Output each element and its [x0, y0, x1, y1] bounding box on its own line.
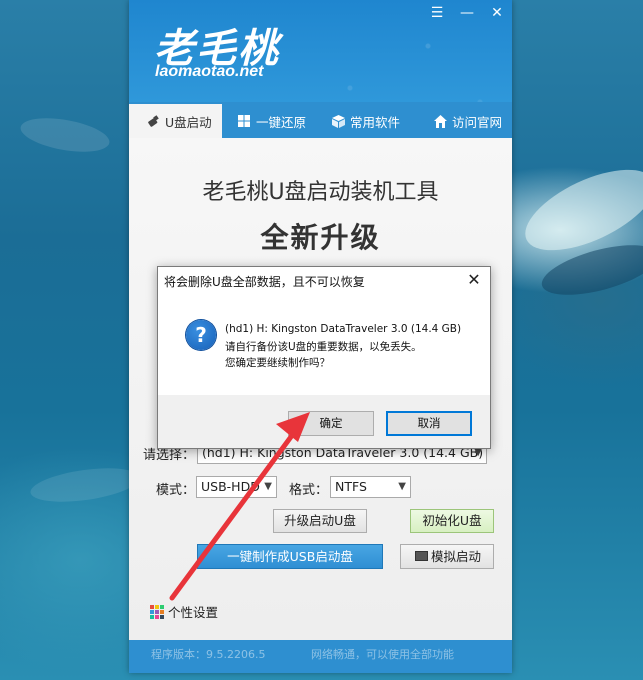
tab-label: 访问官网	[452, 114, 503, 130]
wave-decoration	[28, 462, 142, 508]
simulate-boot-button[interactable]: 模拟启动	[400, 544, 494, 569]
upgrade-usb-button[interactable]: 升级启动U盘	[273, 509, 367, 533]
dialog-line-device: (hd1) H: Kingston DataTraveler 3.0 (14.4…	[225, 323, 462, 335]
status-bar: 程序版本：9.5.2206.5 网络畅通，可以使用全部功能	[129, 640, 512, 673]
chevron-down-icon: ▼	[398, 481, 406, 492]
app-logo-url: laomaotao.net	[155, 63, 264, 80]
chevron-down-icon: ▼	[264, 481, 272, 492]
close-icon[interactable]: ✕	[486, 4, 508, 22]
personalize-label: 个性设置	[168, 605, 219, 620]
mode-select[interactable]: USB-HDD ▼	[196, 476, 277, 498]
dialog-line-confirm: 您确定要继续制作吗？	[225, 357, 330, 369]
dialog-line-backup: 请自行备份该U盘的重要数据，以免丢失。	[225, 341, 422, 353]
windows-icon	[236, 113, 252, 129]
version-text: 程序版本：9.5.2206.5	[151, 648, 266, 661]
format-select-value: NTFS	[335, 479, 367, 494]
tab-usb-boot[interactable]: U盘启动	[129, 104, 222, 138]
tab-label: 一键还原	[256, 114, 307, 130]
cancel-button[interactable]: 取消	[386, 411, 472, 436]
usb-icon	[145, 113, 161, 129]
mode-select-value: USB-HDD	[201, 479, 260, 494]
ok-button[interactable]: 确定	[288, 411, 374, 436]
mode-label: 模式：	[156, 483, 196, 498]
tab-official-site[interactable]: 访问官网	[412, 104, 512, 138]
tab-one-key-restore[interactable]: 一键还原	[222, 104, 316, 138]
dialog-close-icon[interactable]: ✕	[464, 270, 484, 289]
menu-icon[interactable]: ☰	[426, 4, 448, 22]
minimize-icon[interactable]: —	[456, 4, 478, 22]
confirm-dialog: 将会删除U盘全部数据，且不可以恢复 ✕ ? (hd1) H: Kingston …	[157, 266, 491, 449]
product-title: 老毛桃U盘启动装机工具	[202, 180, 439, 205]
tab-label: U盘启动	[165, 114, 212, 130]
box-icon	[330, 113, 346, 129]
format-select[interactable]: NTFS ▼	[330, 476, 411, 498]
personalize-link[interactable]: 个性设置	[150, 602, 218, 621]
monitor-icon	[415, 551, 428, 561]
home-icon	[432, 113, 448, 129]
tab-common-software[interactable]: 常用软件	[316, 104, 412, 138]
dialog-title: 将会删除U盘全部数据，且不可以恢复	[164, 275, 365, 289]
app-header: 老毛桃 laomaotao.net ☰ — ✕	[129, 0, 512, 102]
format-label: 格式：	[289, 483, 329, 498]
wave-decoration	[18, 112, 112, 158]
question-icon: ?	[186, 320, 216, 350]
tab-label: 常用软件	[350, 114, 401, 130]
palette-icon	[150, 604, 164, 619]
make-boot-usb-button[interactable]: 一键制作成USB启动盘	[197, 544, 383, 569]
network-status-text: 网络畅通，可以使用全部功能	[311, 648, 454, 661]
main-tabs: U盘启动 一键还原 常用软件 访问官网	[129, 104, 512, 138]
simulate-boot-label: 模拟启动	[430, 549, 481, 564]
product-subtitle: 全新升级	[260, 221, 381, 254]
init-usb-button[interactable]: 初始化U盘	[410, 509, 494, 533]
